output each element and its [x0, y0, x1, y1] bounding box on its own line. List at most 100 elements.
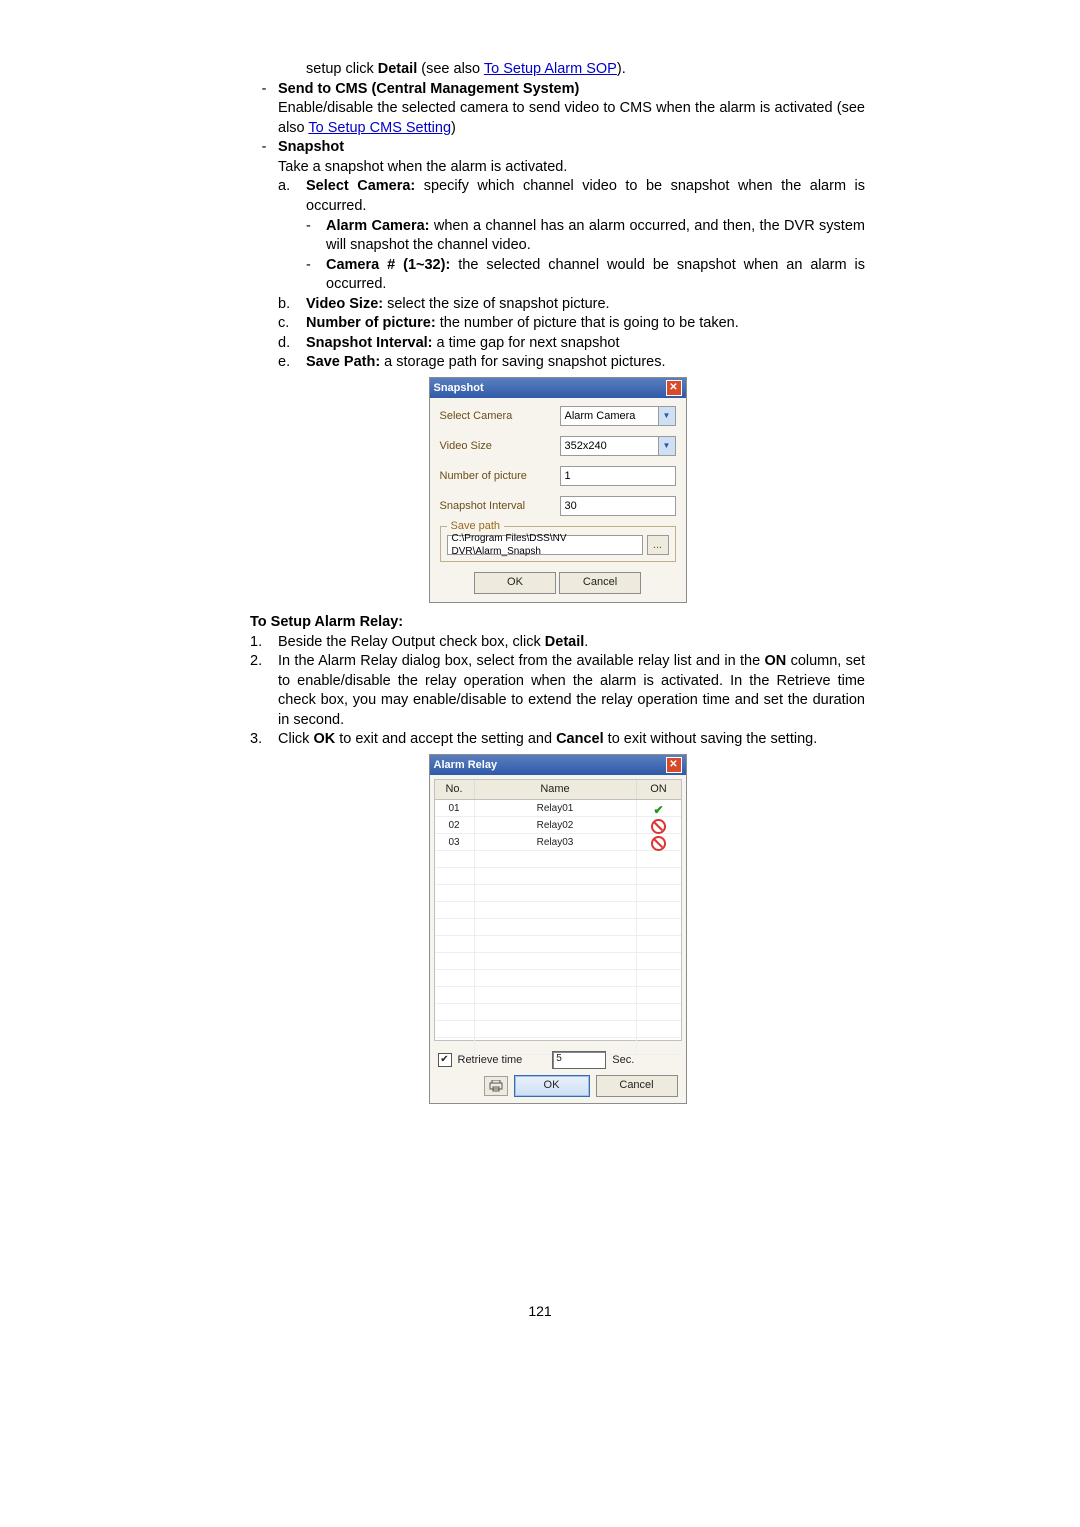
snapshot-heading: Snapshot — [278, 138, 865, 158]
alarm-relay-titlebar: Alarm Relay ✕ — [430, 755, 686, 775]
bullet-marker: - — [250, 138, 278, 373]
text: ). — [617, 61, 626, 77]
text: In the Alarm Relay dialog box, select fr… — [278, 653, 764, 669]
table-row[interactable]: 02Relay02 — [435, 817, 681, 834]
bold: OK — [313, 731, 335, 747]
table-row-empty — [435, 936, 681, 953]
value: 352x240 — [565, 439, 607, 454]
bullet-snapshot: - Snapshot Take a snapshot when the alar… — [250, 138, 865, 373]
alpha-marker: c. — [278, 314, 306, 334]
cancel-button[interactable]: Cancel — [596, 1075, 678, 1097]
retrieve-time-label: Retrieve time — [458, 1053, 523, 1068]
disabled-icon — [651, 836, 666, 851]
text: select the size of snapshot picture. — [383, 296, 610, 312]
table-row-empty — [435, 987, 681, 1004]
text: Beside the Relay Output check box, click — [278, 634, 545, 650]
document-page: setup click Detail (see also To Setup Al… — [0, 0, 1080, 1527]
table-row-empty — [435, 902, 681, 919]
label-select-camera: Select Camera — [440, 409, 560, 424]
value: 30 — [565, 499, 577, 514]
text: the number of picture that is going to b… — [436, 315, 739, 331]
prev-fragment: setup click Detail (see also To Setup Al… — [250, 60, 865, 80]
table-row-empty — [435, 1004, 681, 1021]
dialog-title: Alarm Relay — [434, 758, 498, 773]
dash-marker: - — [306, 217, 326, 256]
bold: Alarm Camera: — [326, 218, 430, 234]
snapshot-dialog: Snapshot ✕ Select Camera Alarm Camera ▼ … — [429, 377, 687, 603]
bold: Save Path: — [306, 354, 380, 370]
link-alarm-sop[interactable]: To Setup Alarm SOP — [484, 61, 617, 77]
ok-button[interactable]: OK — [474, 572, 556, 594]
cancel-button[interactable]: Cancel — [559, 572, 641, 594]
check-icon: ✔ — [653, 803, 663, 817]
text: to exit and accept the setting and — [335, 731, 556, 747]
text: Take a snapshot when the alarm is activa… — [278, 158, 865, 178]
table-row[interactable]: 03Relay03 — [435, 834, 681, 851]
video-size-dropdown[interactable]: 352x240 ▼ — [560, 436, 676, 456]
alpha-marker: d. — [278, 334, 306, 354]
relay-table: No. Name ON 01Relay01 ✔02Relay0203Relay03 — [434, 779, 682, 1041]
table-header: No. Name ON — [435, 780, 681, 800]
bold-detail: Detail — [378, 61, 418, 77]
close-icon[interactable]: ✕ — [666, 757, 682, 773]
retrieve-time-input[interactable]: 5 — [552, 1051, 606, 1069]
cms-heading: Send to CMS (Central Management System) — [278, 80, 865, 100]
save-path-input[interactable]: C:\Program Files\DSS\NV DVR\Alarm_Snapsh — [447, 535, 643, 555]
cell-name: Relay03 — [475, 834, 637, 850]
table-row-empty — [435, 885, 681, 902]
cell-name: Relay01 — [475, 800, 637, 816]
label-video-size: Video Size — [440, 439, 560, 454]
bold: ON — [764, 653, 786, 669]
table-row[interactable]: 01Relay01 ✔ — [435, 800, 681, 817]
alpha-marker: e. — [278, 353, 306, 373]
col-header-on[interactable]: ON — [637, 780, 681, 799]
bold: Snapshot Interval: — [306, 335, 433, 351]
label-num-picture: Number of picture — [440, 469, 560, 484]
cell-no: 01 — [435, 800, 475, 816]
close-icon[interactable]: ✕ — [666, 380, 682, 396]
browse-button[interactable]: ... — [647, 535, 669, 555]
cell-on[interactable] — [637, 834, 681, 850]
link-cms-setting[interactable]: To Setup CMS Setting — [308, 120, 451, 136]
bold: Number of picture: — [306, 315, 436, 331]
retrieve-time-checkbox[interactable]: ✔ — [438, 1053, 452, 1067]
cell-no: 02 — [435, 817, 475, 833]
text: . — [584, 634, 588, 650]
snapshot-dialog-titlebar: Snapshot ✕ — [430, 378, 686, 398]
num-picture-input[interactable]: 1 — [560, 466, 676, 486]
select-camera-dropdown[interactable]: Alarm Camera ▼ — [560, 406, 676, 426]
num-marker: 2. — [250, 652, 278, 730]
table-row-empty — [435, 868, 681, 885]
alarm-relay-dialog: Alarm Relay ✕ No. Name ON 01Relay01✔02Re… — [429, 754, 687, 1104]
col-header-name[interactable]: Name — [475, 780, 637, 799]
num-marker: 1. — [250, 633, 278, 653]
text: to exit without saving the setting. — [604, 731, 818, 747]
value: 1 — [565, 469, 571, 484]
table-row-empty — [435, 1021, 681, 1038]
chevron-down-icon: ▼ — [658, 437, 675, 455]
text: a storage path for saving snapshot pictu… — [380, 354, 665, 370]
cell-no: 03 — [435, 834, 475, 850]
interval-input[interactable]: 30 — [560, 496, 676, 516]
text: a time gap for next snapshot — [433, 335, 620, 351]
bold: Cancel — [556, 731, 604, 747]
bullet-send-to-cms: - Send to CMS (Central Management System… — [250, 80, 865, 139]
page-number: 121 — [0, 1302, 1080, 1321]
cell-on[interactable] — [637, 817, 681, 833]
sec-label: Sec. — [612, 1053, 634, 1068]
col-header-no[interactable]: No. — [435, 780, 475, 799]
bold: Detail — [545, 634, 585, 650]
table-row-empty — [435, 970, 681, 987]
num-marker: 3. — [250, 730, 278, 750]
table-row-empty — [435, 953, 681, 970]
printer-icon[interactable] — [484, 1076, 508, 1096]
value: C:\Program Files\DSS\NV DVR\Alarm_Snapsh — [452, 532, 638, 559]
alpha-marker: a. — [278, 177, 306, 216]
alarm-relay-heading: To Setup Alarm Relay: — [250, 613, 865, 633]
label-interval: Snapshot Interval — [440, 499, 560, 514]
bold: Select Camera: — [306, 178, 415, 194]
ok-button[interactable]: OK — [514, 1075, 590, 1097]
bold: Camera # (1~32): — [326, 257, 450, 273]
text: setup click — [306, 61, 378, 77]
cell-on[interactable]: ✔ — [637, 800, 681, 816]
